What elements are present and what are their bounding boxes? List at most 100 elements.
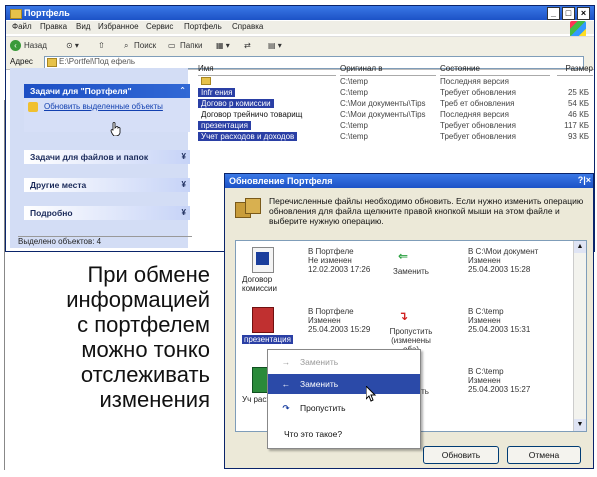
windows-logo-icon	[570, 21, 586, 37]
info-line: Изменен	[308, 316, 341, 325]
info-line: В C:\Мои документ	[468, 247, 539, 256]
explorer-title: Портфель	[24, 8, 70, 18]
update-selected-link[interactable]: Обновить выделенные объекты	[44, 102, 164, 112]
file-row[interactable]: Догово р комиссии C:\Мои документы\Tips …	[198, 99, 593, 110]
close-button[interactable]: ×	[577, 7, 590, 20]
context-menu: → Заменить ← Заменить ↷ Пропустить Что э…	[267, 349, 421, 449]
info-line: В Портфеле	[308, 307, 354, 316]
file-state: Последняя версия	[440, 110, 509, 119]
info-line: Не изменен	[308, 256, 352, 265]
column-original[interactable]: Оригинал в	[340, 64, 436, 76]
scroll-up-icon[interactable]: ▲	[574, 241, 586, 253]
menu-file[interactable]: Файл	[12, 22, 32, 31]
menu-item-label: Что это такое?	[284, 429, 343, 439]
view-mode-icon[interactable]: ▤ ▾	[268, 41, 282, 50]
menu-briefcase[interactable]: Портфель	[184, 22, 222, 31]
file-original: C:\temp	[340, 88, 369, 97]
list-item[interactable]: Договор комиссии В Портфеле Не изменен 1…	[236, 245, 572, 305]
search-button[interactable]: Поиск	[134, 41, 156, 50]
file-original: C:\temp	[340, 121, 369, 130]
file-size: 54 КБ	[567, 99, 589, 108]
file-row[interactable]: Infr ения C:\temp Требует обновления 25 …	[198, 88, 593, 99]
arrow-right-icon: →	[281, 357, 291, 367]
update-icon	[28, 102, 38, 112]
back-button[interactable]: Назад	[24, 41, 47, 50]
file-size: 117 КБ	[564, 121, 589, 130]
expand-icon[interactable]: ¥	[182, 178, 186, 192]
item-action: Заменить	[393, 267, 429, 276]
collapse-icon[interactable]: ⌃	[179, 84, 186, 98]
file-name: презентация	[198, 121, 251, 130]
back-arrow-icon[interactable]: ‹	[10, 40, 21, 51]
folder-icon	[10, 9, 22, 19]
task-section-details[interactable]: Подробно ¥	[24, 206, 190, 220]
folders-icon: ▭	[168, 41, 176, 50]
file-state: Последняя версия	[440, 77, 509, 86]
address-label: Адрес	[10, 57, 33, 66]
task-section-briefcase[interactable]: Задачи для "Портфеля" ⌃	[24, 84, 190, 98]
forward-icon[interactable]: ⊙ ▾	[66, 41, 79, 50]
task-section-other-places[interactable]: Другие места ¥	[24, 178, 190, 192]
minimize-button[interactable]: _	[547, 7, 560, 20]
caption-line: информацией	[66, 287, 210, 312]
info-line: В C:\temp	[468, 307, 504, 316]
address-value: E:\Portfel\Под ефель	[59, 57, 136, 66]
menu-item-replace-right[interactable]: → Заменить	[268, 352, 420, 372]
views-icon[interactable]: ▦ ▾	[216, 41, 230, 50]
task-section-label: Подробно	[30, 208, 73, 218]
file-row[interactable]: C:\temp Последняя версия	[198, 77, 593, 88]
file-row[interactable]: презентация C:\temp Требует обновления 1…	[198, 121, 593, 132]
caption-line: При обмене	[87, 262, 210, 287]
cancel-button[interactable]: Отмена	[507, 446, 581, 464]
help-close-buttons[interactable]: ?|×	[578, 175, 591, 185]
task-section-files[interactable]: Задачи для файлов и папок ¥	[24, 150, 190, 164]
menu-help[interactable]: Справка	[232, 22, 263, 31]
item-briefcase-info: В Портфеле Изменен 25.04.2003 15:29	[308, 307, 370, 334]
info-line: Изменен	[468, 316, 501, 325]
info-line: В Портфеле	[308, 247, 354, 256]
file-list: Имя Оригинал в Состояние Размер C:\temp …	[198, 64, 593, 164]
menu-favorites[interactable]: Избранное	[98, 22, 139, 31]
expand-icon[interactable]: ¥	[182, 206, 186, 220]
caption-line: отслеживать	[80, 362, 210, 387]
column-name[interactable]: Имя	[198, 64, 336, 76]
menu-item-replace-left[interactable]: ← Заменить	[268, 374, 420, 394]
info-line: 25.04.2003 15:29	[308, 325, 371, 334]
menu-view[interactable]: Вид	[76, 22, 90, 31]
update-button[interactable]: Обновить	[423, 446, 499, 464]
replace-left-arrow-icon: ⇐	[398, 249, 409, 263]
scroll-down-icon[interactable]: ▼	[574, 419, 586, 431]
file-state: Треб ет обновления	[440, 99, 515, 108]
menu-item-label: Пропустить	[300, 403, 346, 413]
move-icon[interactable]: ⇄	[244, 41, 251, 50]
file-state: Требует обновления	[440, 121, 516, 130]
menu-tools[interactable]: Сервис	[146, 22, 173, 31]
hand-cursor-icon	[110, 122, 121, 136]
menu-item-label: Заменить	[300, 357, 339, 367]
file-size: 93 КБ	[567, 132, 589, 141]
menu-item-skip[interactable]: ↷ Пропустить	[268, 398, 420, 418]
up-folder-icon[interactable]: ⇧	[98, 41, 105, 50]
menu-bar: Файл Правка Вид Избранное Сервис Портфел…	[6, 21, 594, 34]
expand-icon[interactable]: ¥	[182, 150, 186, 164]
file-row[interactable]: Учет расходов и доходов C:\temp Требует …	[198, 132, 593, 143]
file-name	[198, 77, 214, 87]
scrollbar[interactable]: ▲ ▼	[573, 241, 586, 431]
column-size[interactable]: Размер	[557, 64, 593, 76]
folders-button[interactable]: Папки	[180, 41, 203, 50]
file-row[interactable]: Договор трейничо товарищ C:\Мои документ…	[198, 110, 593, 121]
toolbar: ‹ Назад ⊙ ▾ ⇧ ⌕ Поиск ▭ Папки ▦ ▾ ⇄ ▤ ▾	[6, 36, 594, 56]
info-line: 12.02.2003 17:26	[308, 265, 371, 274]
item-original-info: В C:\Мои документ Изменен 25.04.2003 15:…	[468, 247, 538, 274]
menu-edit[interactable]: Правка	[40, 22, 67, 31]
maximize-button[interactable]: □	[562, 7, 575, 20]
column-state[interactable]: Состояние	[440, 64, 550, 76]
dialog-message: Перечисленные файлы необходимо обновить.…	[269, 196, 584, 226]
info-line: 25.04.2003 15:28	[468, 265, 531, 274]
file-original: C:\Мои документы\Tips	[340, 110, 426, 119]
info-line: В C:\temp	[468, 367, 504, 376]
caption-text: При обмене информацией с портфелем можно…	[10, 262, 210, 412]
arrow-left-icon: ←	[281, 379, 291, 389]
menu-item-whats-this[interactable]: Что это такое?	[268, 424, 420, 444]
caption-panel: При обмене информацией с портфелем можно…	[10, 256, 210, 456]
